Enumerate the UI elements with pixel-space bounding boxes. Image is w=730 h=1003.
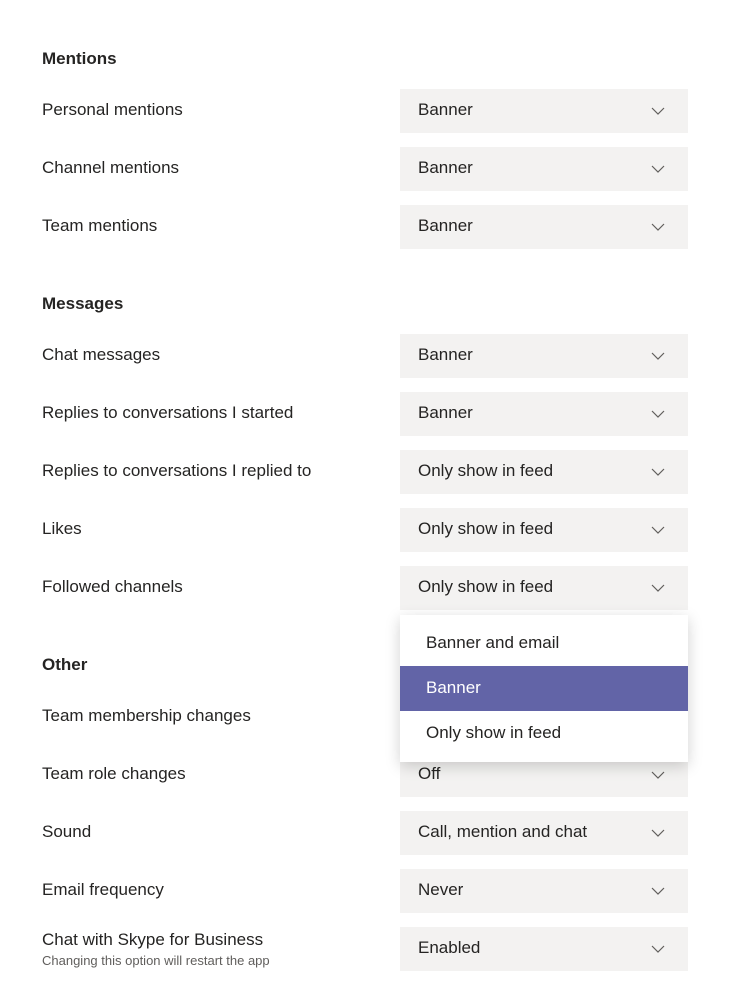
dropdown-option-banner-and-email[interactable]: Banner and email	[400, 621, 688, 666]
row-team-mentions: Team mentions Banner	[42, 205, 688, 249]
row-channel-mentions: Channel mentions Banner	[42, 147, 688, 191]
row-email-frequency: Email frequency Never	[42, 869, 688, 913]
label-sound: Sound	[42, 821, 374, 844]
label-personal-mentions: Personal mentions	[42, 99, 374, 122]
chevron-down-icon	[646, 402, 670, 426]
row-chat-messages: Chat messages Banner	[42, 334, 688, 378]
sublabel-chat-skype: Changing this option will restart the ap…	[42, 952, 374, 970]
dropdown-value: Call, mention and chat	[418, 821, 587, 844]
dropdown-value: Banner	[418, 99, 473, 122]
dropdown-value: Banner	[418, 402, 473, 425]
label-replies-replied: Replies to conversations I replied to	[42, 460, 374, 483]
chevron-down-icon	[646, 157, 670, 181]
dropdown-email-frequency[interactable]: Never	[400, 869, 688, 913]
label-chat-skype: Chat with Skype for Business	[42, 929, 374, 952]
dropdown-channel-mentions[interactable]: Banner	[400, 147, 688, 191]
dropdown-team-mentions[interactable]: Banner	[400, 205, 688, 249]
chevron-down-icon	[646, 821, 670, 845]
chevron-down-icon	[646, 518, 670, 542]
label-team-role-changes: Team role changes	[42, 763, 374, 786]
dropdown-replies-started[interactable]: Banner	[400, 392, 688, 436]
dropdown-followed-channels[interactable]: Only show in feed Banner and email Banne…	[400, 566, 688, 610]
label-likes: Likes	[42, 518, 374, 541]
dropdown-likes[interactable]: Only show in feed	[400, 508, 688, 552]
section-header-messages: Messages	[42, 293, 688, 316]
chevron-down-icon	[646, 344, 670, 368]
label-replies-started: Replies to conversations I started	[42, 402, 374, 425]
row-followed-channels: Followed channels Only show in feed Bann…	[42, 566, 688, 610]
dropdown-replies-replied[interactable]: Only show in feed	[400, 450, 688, 494]
dropdown-value: Only show in feed	[418, 576, 553, 599]
dropdown-value: Banner	[418, 157, 473, 180]
chevron-down-icon	[646, 460, 670, 484]
chevron-down-icon	[646, 937, 670, 961]
section-header-mentions: Mentions	[42, 48, 688, 71]
row-replies-started: Replies to conversations I started Banne…	[42, 392, 688, 436]
dropdown-value: Off	[418, 763, 440, 786]
dropdown-value: Never	[418, 879, 463, 902]
dropdown-value: Only show in feed	[418, 460, 553, 483]
section-messages: Messages Chat messages Banner Replies to…	[42, 293, 688, 610]
chevron-down-icon	[646, 99, 670, 123]
dropdown-value: Enabled	[418, 937, 480, 960]
dropdown-personal-mentions[interactable]: Banner	[400, 89, 688, 133]
dropdown-value: Only show in feed	[418, 518, 553, 541]
row-replies-replied: Replies to conversations I replied to On…	[42, 450, 688, 494]
row-sound: Sound Call, mention and chat	[42, 811, 688, 855]
section-mentions: Mentions Personal mentions Banner Channe…	[42, 48, 688, 249]
row-likes: Likes Only show in feed	[42, 508, 688, 552]
row-personal-mentions: Personal mentions Banner	[42, 89, 688, 133]
dropdown-sound[interactable]: Call, mention and chat	[400, 811, 688, 855]
chevron-down-icon	[646, 879, 670, 903]
label-team-mentions: Team mentions	[42, 215, 374, 238]
chevron-down-icon	[646, 763, 670, 787]
dropdown-menu-followed-channels: Banner and email Banner Only show in fee…	[400, 615, 688, 762]
dropdown-option-banner[interactable]: Banner	[400, 666, 688, 711]
row-chat-skype: Chat with Skype for Business Changing th…	[42, 927, 688, 971]
chevron-down-icon	[646, 576, 670, 600]
label-channel-mentions: Channel mentions	[42, 157, 374, 180]
dropdown-chat-skype[interactable]: Enabled	[400, 927, 688, 971]
label-followed-channels: Followed channels	[42, 576, 374, 599]
label-chat-messages: Chat messages	[42, 344, 374, 367]
dropdown-option-only-show-in-feed[interactable]: Only show in feed	[400, 711, 688, 756]
chevron-down-icon	[646, 215, 670, 239]
label-email-frequency: Email frequency	[42, 879, 374, 902]
dropdown-value: Banner	[418, 215, 473, 238]
label-team-membership-changes: Team membership changes	[42, 705, 374, 728]
dropdown-chat-messages[interactable]: Banner	[400, 334, 688, 378]
dropdown-value: Banner	[418, 344, 473, 367]
